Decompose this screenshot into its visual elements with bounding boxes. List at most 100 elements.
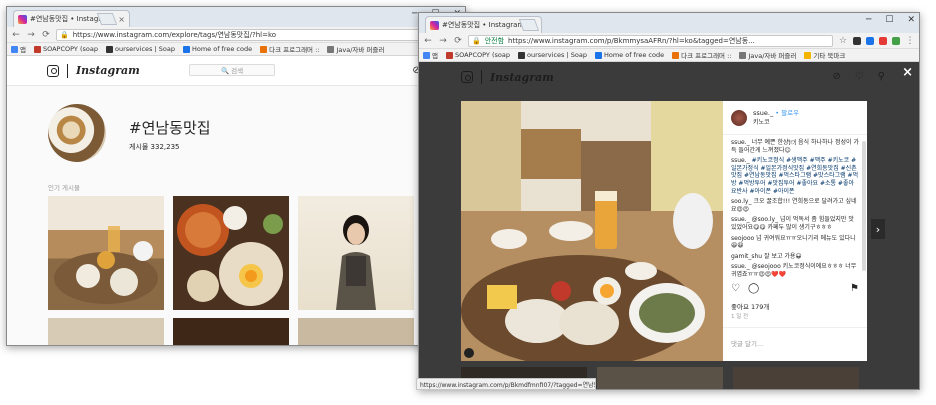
- bookmark-label: Java/자바 퍼즐러: [748, 52, 797, 60]
- instagram-favicon-icon: [430, 20, 439, 30]
- comment-username[interactable]: gamit_shu: [731, 253, 762, 260]
- bookmark-item[interactable]: ourservices | Soap: [517, 51, 587, 59]
- forward-arrow-icon[interactable]: →: [26, 30, 36, 40]
- close-modal-icon[interactable]: ×: [902, 65, 913, 80]
- bookmark-item[interactable]: SOAPCOPY (soap: [445, 51, 510, 59]
- bookmark-item[interactable]: ourservices | Soap: [105, 45, 175, 53]
- bookmark-icon[interactable]: ⚑: [850, 283, 859, 294]
- food-tray-image: [54, 226, 158, 304]
- address-bar[interactable]: 🔒 https://www.instagram.com/explore/tags…: [56, 28, 446, 41]
- address-bar[interactable]: 🔒 안전함 https://www.instagram.com/p/Bkmmys…: [468, 34, 833, 47]
- title-bar: #연남동맛집 • Instagram × ─ ☐ ✕: [7, 7, 465, 27]
- post-thumbnail[interactable]: [298, 318, 414, 345]
- bookmark-favicon-icon: [804, 51, 812, 59]
- bookmark-item[interactable]: 앱: [423, 50, 438, 60]
- bookmark-label: Home of free code: [603, 51, 665, 59]
- logo-divider: [67, 63, 68, 78]
- post-author-header: ssue._ • 팔로우 키노코: [723, 101, 867, 135]
- star-icon[interactable]: ☆: [838, 36, 848, 46]
- bookmark-favicon-icon: [423, 51, 430, 59]
- bookmark-item[interactable]: 다크 프로그래머 ::: [672, 50, 731, 60]
- comment-username[interactable]: soo.ly_: [731, 198, 752, 205]
- add-comment-input[interactable]: 댓글 달기...: [723, 327, 867, 361]
- hashtag-avatar: [48, 104, 106, 162]
- post-photo[interactable]: [461, 101, 723, 361]
- back-arrow-icon[interactable]: ←: [423, 36, 433, 46]
- reload-icon[interactable]: ⟳: [41, 30, 51, 40]
- comment-username[interactable]: ssue._: [731, 263, 750, 270]
- comment-item: ssue._ @seojooo 키노코정식이에요ㅎㅎㅎ 너무 귀엽죠ㅠㅠ😍😍❤️…: [731, 263, 859, 278]
- comment-item: gamit_shu 잘 보고 가용😀: [731, 253, 859, 261]
- bookmark-favicon-icon: [327, 45, 335, 53]
- post-thumbnail[interactable]: [48, 196, 164, 310]
- like-heart-icon[interactable]: ♡: [731, 283, 740, 294]
- comment-username[interactable]: ssue._: [731, 157, 750, 164]
- instagram-camera-icon[interactable]: [461, 71, 473, 83]
- forward-arrow-icon[interactable]: →: [438, 36, 448, 46]
- address-url: https://www.instagram.com/explore/tags/연…: [72, 30, 277, 39]
- bookmark-item[interactable]: Home of free code: [594, 51, 665, 59]
- lock-icon: 🔒: [60, 30, 69, 39]
- bookmark-item[interactable]: SOAPCOPY (soap: [33, 45, 98, 53]
- post-side-panel: ssue._ • 팔로우 키노코 ssue._ 너무 예쁜 한상🍽 음식 하나하…: [723, 101, 867, 361]
- extension-icon[interactable]: [879, 36, 887, 45]
- compass-icon[interactable]: ⊘: [832, 71, 840, 82]
- extension-icon[interactable]: [866, 36, 874, 45]
- instagram-wordmark[interactable]: Instagram: [490, 71, 554, 84]
- bookmark-item[interactable]: Home of free code: [182, 45, 252, 53]
- reload-icon[interactable]: ⟳: [453, 36, 463, 46]
- bookmark-item[interactable]: Java/자바 퍼즐러: [739, 50, 796, 60]
- maximize-icon[interactable]: ☐: [885, 15, 893, 25]
- author-avatar[interactable]: [731, 109, 747, 126]
- close-window-icon[interactable]: ✕: [907, 15, 915, 25]
- bookmark-item[interactable]: 다크 프로그래머 ::: [260, 44, 319, 54]
- heart-icon[interactable]: ♡: [855, 71, 864, 82]
- post-thumbnail[interactable]: [173, 318, 289, 345]
- status-bar-url: https://www.instagram.com/p/BkmdfmnfI07/…: [416, 378, 596, 390]
- comment-username[interactable]: ssue._: [731, 139, 750, 146]
- comment-username[interactable]: seojooo: [731, 235, 754, 242]
- post-time: 1 일 전: [731, 314, 749, 320]
- bookmark-item[interactable]: 기타 북마크: [804, 50, 845, 60]
- likes-count[interactable]: 좋아요 179개: [731, 301, 769, 311]
- comment-item: ssue._ #키노코정식 #생맥주 #맥주 #키노코 #일본가정식 #일본가정…: [731, 157, 859, 195]
- author-username[interactable]: ssue._: [753, 109, 773, 117]
- tag-person-icon[interactable]: [464, 348, 474, 358]
- instagram-camera-icon[interactable]: [47, 64, 59, 77]
- back-arrow-icon[interactable]: ←: [11, 30, 21, 40]
- search-input[interactable]: 🔍 검색: [189, 64, 275, 76]
- bookmark-item[interactable]: Java/자바 퍼즐러: [327, 44, 384, 54]
- profile-icon[interactable]: ⚲: [878, 71, 885, 82]
- bookmark-label: 기타 북마크: [813, 52, 846, 60]
- instagram-wordmark[interactable]: Instagram: [76, 64, 140, 77]
- post-thumbnail[interactable]: [48, 318, 164, 345]
- back-browser-window: #연남동맛집 • Instagram × ─ ☐ ✕ ← → ⟳ 🔒 https…: [6, 6, 466, 346]
- person-image: [336, 215, 376, 310]
- front-browser-window: #연남동맛집 • Instagram × ─ ☐ ✕ ← → ⟳ 🔒 안전함 h…: [418, 12, 920, 390]
- post-location[interactable]: 키노코: [753, 117, 799, 126]
- header-nav-icons: ⊘ ♡ ⚲: [832, 71, 885, 82]
- menu-icon[interactable]: ⋮: [905, 36, 915, 46]
- comment-item: seojooo 넘 귀여워요ㅠㅠ오니기리 메뉴도 있다니😆😆: [731, 235, 859, 250]
- bookmark-favicon-icon: [33, 45, 41, 53]
- tab-title: #연남동맛집 • Instagram: [442, 21, 525, 29]
- follow-button[interactable]: • 팔로우: [775, 109, 799, 117]
- instagram-header: Instagram 🔍 검색 ⊘ ♡ ⚲: [7, 56, 465, 86]
- bookmark-item[interactable]: 앱: [11, 44, 26, 54]
- post-thumbnail[interactable]: [173, 196, 289, 310]
- extension-icon[interactable]: [892, 36, 900, 45]
- bookmark-label: 앱: [432, 52, 438, 60]
- next-post-arrow[interactable]: ›: [871, 219, 885, 239]
- bookmark-label: SOAPCOPY (soap: [42, 45, 98, 53]
- minimize-icon[interactable]: ─: [866, 15, 871, 25]
- post-modal-overlay: Instagram ⊘ ♡ ⚲ × ssue._ • 팔로우 키노코 ssue.…: [419, 62, 919, 389]
- comment-username[interactable]: ssue._: [731, 216, 750, 223]
- tab-close-icon[interactable]: ×: [118, 15, 125, 24]
- posts-count: 게시물 332,235: [129, 143, 180, 151]
- lock-icon: 🔒: [472, 36, 481, 45]
- extension-icon[interactable]: [853, 36, 861, 45]
- comment-bubble-icon[interactable]: ◯: [748, 283, 759, 294]
- post-thumbnail[interactable]: [298, 196, 414, 310]
- comments-scrollbar[interactable]: [862, 141, 866, 271]
- minimize-icon[interactable]: ─: [412, 9, 417, 19]
